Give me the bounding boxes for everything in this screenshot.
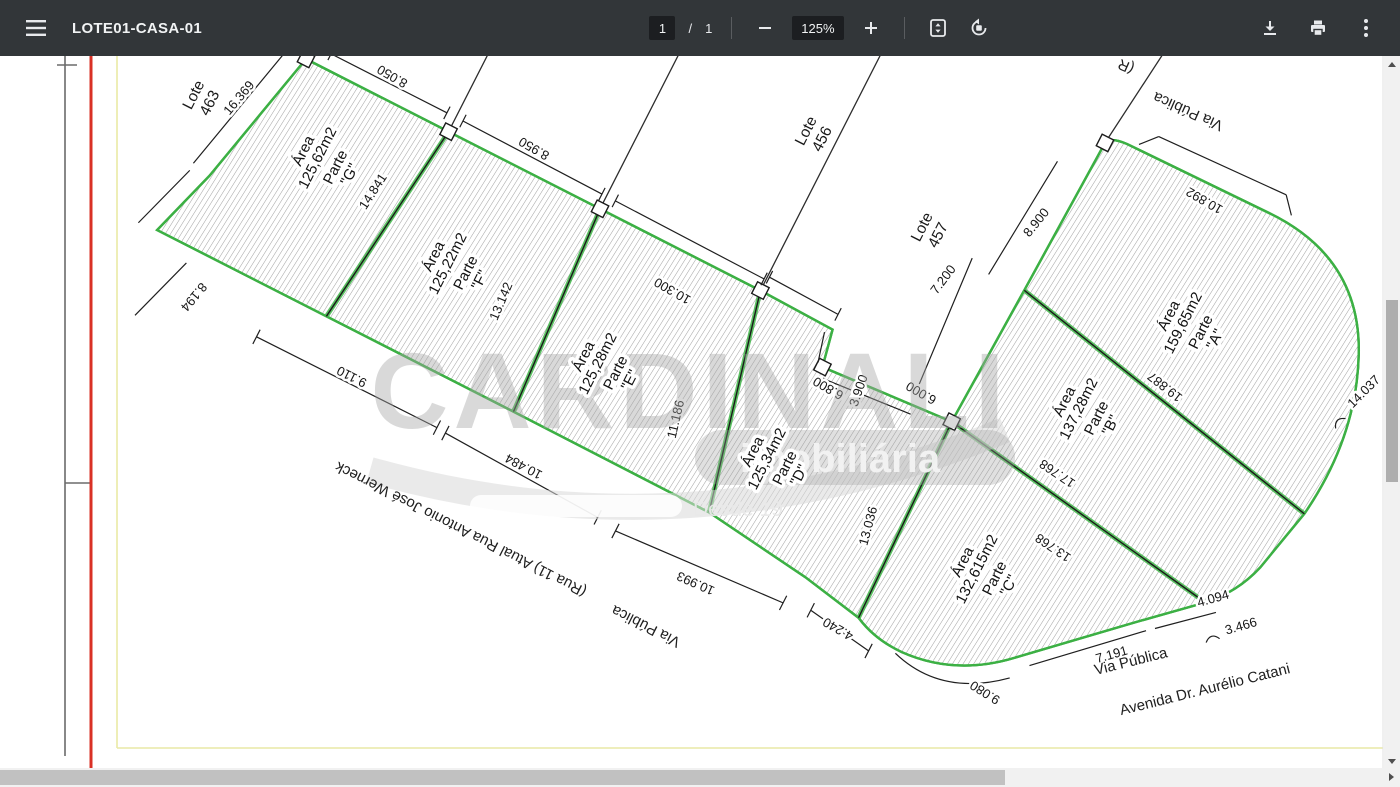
scroll-down-arrow[interactable] [1388,759,1396,764]
horizontal-scrollbar-thumb[interactable] [0,770,1005,785]
download-icon[interactable] [1256,14,1284,42]
lote-457-label: Lote 457 [908,210,953,253]
print-icon[interactable] [1304,14,1332,42]
vertical-scrollbar-thumb[interactable] [1386,300,1398,482]
menu-icon[interactable] [22,14,50,42]
zoom-out-icon[interactable] [751,14,779,42]
watermark-tagline: Desde 19 [693,498,783,521]
scroll-right-arrow[interactable] [1389,773,1394,781]
dimension-label: 10.993 [674,569,716,599]
watermark-brand: CARDINALI [371,330,1010,451]
dimension-label: 16.369 [220,78,257,118]
dimension-label: 8.194 [178,280,210,315]
lote-456-label: Lote 456 [792,114,837,157]
toolbar-divider [731,17,732,39]
pdf-page-canvas: 8.050 8.950 10.300 16.369 8.194 14.841 1… [0,56,1400,787]
page-separator: / [688,21,692,36]
dimension-label: 9.110 [334,363,369,391]
toolbar-divider [904,17,905,39]
zoom-level: 125% [792,16,843,40]
vertical-scrollbar[interactable] [1384,56,1400,770]
fit-page-icon[interactable] [924,14,952,42]
horizontal-scrollbar[interactable] [0,768,1400,787]
document-title: LOTE01-CASA-01 [72,20,202,37]
dimension-label: 8.900 [1020,205,1052,240]
page-number-input[interactable]: 1 [649,16,675,40]
dimension-label: 4.240 [820,614,856,643]
dimension-label: 8.050 [374,62,410,91]
lote-463-label: Lote 463 [179,78,224,121]
street-label-via-publica-top: Via Pública [1150,88,1226,134]
pdf-viewer-toolbar: LOTE01-CASA-01 1 / 1 125% [0,0,1400,56]
street-label-rua: Via Pública [608,601,683,650]
page-total: 1 [705,21,712,36]
zoom-in-icon[interactable] [857,14,885,42]
scroll-up-arrow[interactable] [1388,62,1396,67]
more-options-icon[interactable] [1352,14,1380,42]
dimension-label: 3.466 [1202,614,1258,643]
street-label-avenida: Avenida Dr. Aurélio Catani [1118,660,1292,719]
svg-text:3.466: 3.466 [1223,614,1258,637]
dimension-label: 7.200 [927,262,959,297]
street-label-fragment: (R [1115,56,1137,77]
rotate-icon[interactable] [965,14,993,42]
dimension-label: 10.484 [502,451,544,483]
